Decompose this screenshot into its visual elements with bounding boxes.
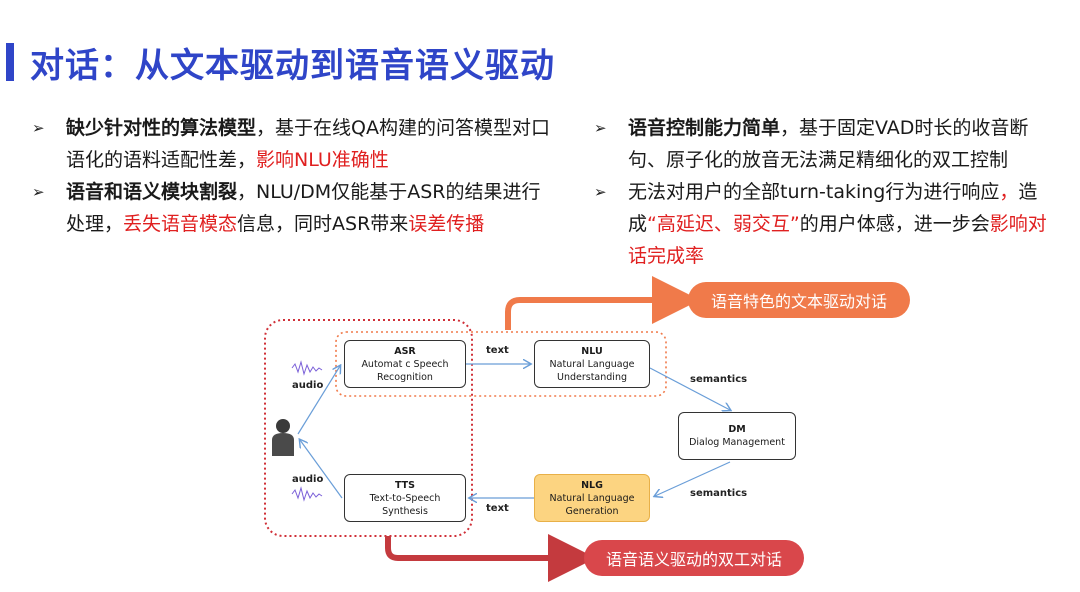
nlu-line1: Natural Language <box>549 358 635 370</box>
nlg-line1: Natural Language <box>549 492 635 504</box>
page-title: 对话：从文本驱动到语音语义驱动 <box>30 46 555 86</box>
nlg-abbr: NLG <box>581 479 603 491</box>
user-person-icon <box>272 419 294 456</box>
asr-abbr: ASR <box>394 345 416 357</box>
arrow-bullet-icon: ➢ <box>32 183 45 201</box>
asr-line1: Automat c Speech <box>361 358 449 370</box>
nlu-abbr: NLU <box>581 345 603 357</box>
duplex-dialog-pill: 语音语义驱动的双工对话 <box>584 540 804 576</box>
tts-line1: Text-to-Speech <box>369 492 441 504</box>
asr-line2: Recognition <box>377 371 433 383</box>
left-bullet-list: ➢ 缺少针对性的算法模型，基于在线QA构建的问答模型对口语化的语料适配性差，影响… <box>32 112 552 240</box>
bullet-item: ➢ 语音控制能力简单，基于固定VAD时长的收音断句、原子化的放音无法满足精细化的… <box>594 112 1064 176</box>
audio-label-bottom: audio <box>292 474 324 485</box>
tts-line2: Synthesis <box>382 505 428 517</box>
right-bullet-list: ➢ 语音控制能力简单，基于固定VAD时长的收音断句、原子化的放音无法满足精细化的… <box>594 112 1064 272</box>
text-label-top: text <box>486 345 509 356</box>
nlg-box: NLG Natural Language Generation <box>534 474 650 522</box>
arrow-bullet-icon: ➢ <box>594 183 607 201</box>
bullet-bold: 语音和语义模块割裂 <box>66 181 238 203</box>
nlu-line2: Understanding <box>557 371 627 383</box>
tts-box: TTS Text-to-Speech Synthesis <box>344 474 466 522</box>
semantics-label-top: semantics <box>690 374 748 385</box>
arrow-bullet-icon: ➢ <box>594 119 607 137</box>
bullet-red: 丢失语音模态 <box>123 213 238 235</box>
bullet-text: 信息，同时ASR带来 <box>237 213 409 235</box>
bullet-bold: 语音控制能力简单 <box>628 117 781 139</box>
bullet-red: 误差传播 <box>408 213 485 235</box>
dm-line1: Dialog Management <box>689 437 785 448</box>
waveform-bottom-icon <box>291 486 323 502</box>
dm-abbr: DM <box>728 424 746 435</box>
bullet-item: ➢ 缺少针对性的算法模型，基于在线QA构建的问答模型对口语化的语料适配性差，影响… <box>32 112 552 176</box>
text-label-bottom: text <box>486 503 509 514</box>
arrow-bullet-icon: ➢ <box>32 119 45 137</box>
title-accent-bar <box>6 43 14 81</box>
waveform-top-icon <box>291 360 323 376</box>
bullet-red: “高延迟、弱交互” <box>647 213 800 235</box>
bullet-text: 无法对用户的全部turn-taking行为进行响应 <box>628 181 1000 203</box>
dm-box: DM Dialog Management <box>678 412 796 460</box>
asr-box: ASR Automat c Speech Recognition <box>344 340 466 388</box>
tts-abbr: TTS <box>394 479 416 491</box>
bullet-item: ➢ 语音和语义模块割裂，NLU/DM仅能基于ASR的结果进行处理，丢失语音模态信… <box>32 176 552 240</box>
nlg-line2: Generation <box>565 505 619 517</box>
semantics-label-bottom: semantics <box>690 488 748 499</box>
bullet-bold: 缺少针对性的算法模型 <box>66 117 257 139</box>
bullet-red: ， <box>999 181 1019 203</box>
audio-label-top: audio <box>292 380 324 391</box>
text-driven-dialog-pill: 语音特色的文本驱动对话 <box>688 282 910 318</box>
nlu-box: NLU Natural Language Understanding <box>534 340 650 388</box>
bullet-item: ➢ 无法对用户的全部turn-taking行为进行响应，造成“高延迟、弱交互”的… <box>594 176 1064 272</box>
bullet-red: 影响NLU准确性 <box>256 149 389 171</box>
bullet-text: 的用户体感，进一步会 <box>799 213 990 235</box>
